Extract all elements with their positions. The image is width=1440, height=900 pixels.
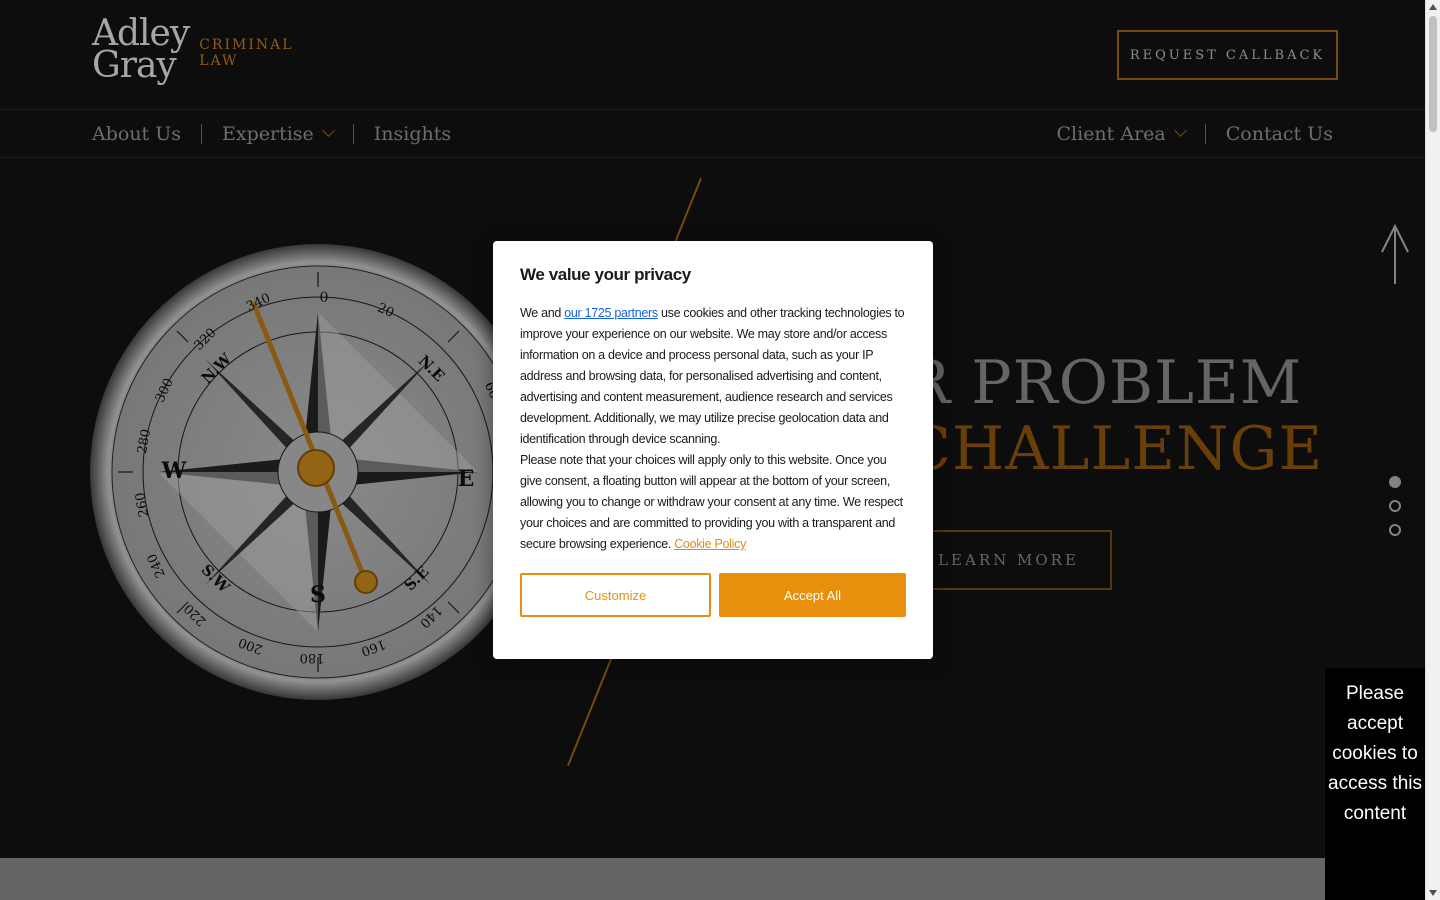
accept-all-button[interactable]: Accept All <box>719 573 906 617</box>
partners-link[interactable]: our 1725 partners <box>564 306 658 320</box>
cookie-paragraph-2: Please note that your choices will apply… <box>520 450 906 555</box>
cookie-dialog-actions: Customize Accept All <box>520 573 906 617</box>
scroll-down-icon[interactable] <box>1429 890 1437 896</box>
scrollbar-thumb[interactable] <box>1429 16 1437 132</box>
cookie-dialog-title: We value your privacy <box>520 265 691 284</box>
cookie-paragraph-1: We and our 1725 partners use cookies and… <box>520 303 906 450</box>
cookie-required-notice: Please accept cookies to access this con… <box>1325 668 1425 900</box>
scroll-up-icon[interactable] <box>1429 4 1437 10</box>
page-scrollbar[interactable] <box>1425 0 1440 900</box>
cookie-dialog-body: We and our 1725 partners use cookies and… <box>520 303 906 555</box>
customize-button[interactable]: Customize <box>520 573 711 617</box>
cookie-consent-dialog: We value your privacy We and our 1725 pa… <box>493 241 933 659</box>
cookie-text: We and <box>520 306 565 320</box>
cookie-policy-link[interactable]: Cookie Policy <box>674 537 746 551</box>
cookie-text: use cookies and other tracking technolog… <box>520 306 905 446</box>
